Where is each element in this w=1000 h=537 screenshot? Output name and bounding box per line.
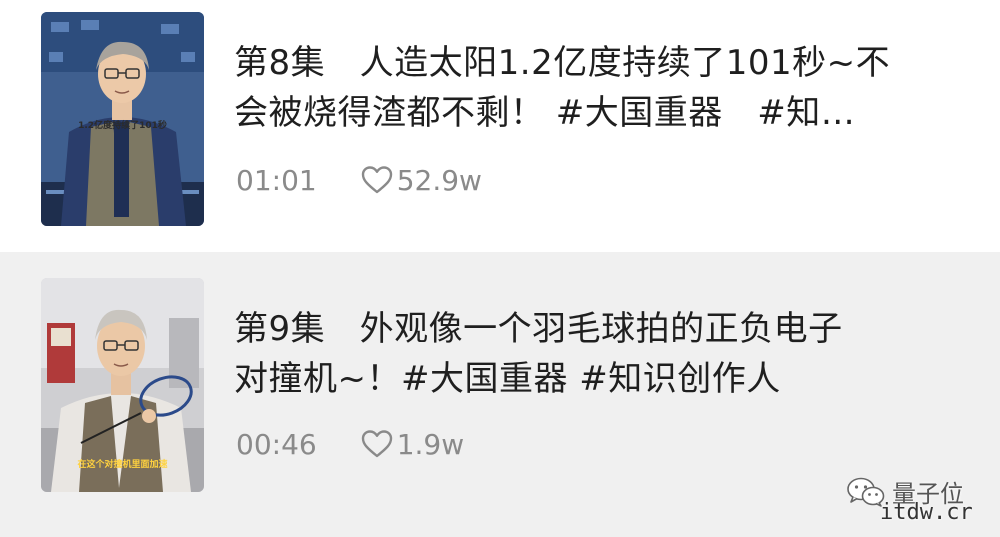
video-title-line-1: 第9集 外观像一个羽毛球拍的正负电子 (234, 309, 843, 349)
thumbnail-caption: 1.2亿度持续了101秒 (78, 121, 167, 131)
heart-icon[interactable] (361, 165, 393, 195)
site-watermark: itdw.cr (880, 500, 973, 525)
video-thumbnail[interactable]: 在这个对撞机里面加速 (41, 278, 204, 492)
video-meta: 00:46 1.9w (236, 424, 464, 464)
video-title-line-2: 对撞机~！#大国重器 #知识创作人 (234, 359, 781, 399)
like-count-group[interactable]: 1.9w (361, 428, 464, 461)
video-duration: 00:46 (236, 427, 317, 461)
heart-icon[interactable] (361, 429, 393, 459)
video-title-line-2: 会被烧得渣都不剩！ #大国重器 #知… (234, 93, 856, 133)
video-title[interactable]: 第9集 外观像一个羽毛球拍的正负电子 对撞机~！#大国重器 #知识创作人 (234, 304, 934, 404)
like-count: 1.9w (396, 427, 465, 461)
thumbnail-caption: 在这个对撞机里面加速 (77, 460, 168, 470)
like-count: 52.9w (396, 163, 482, 197)
video-duration: 01:01 (236, 163, 317, 197)
like-count-group[interactable]: 52.9w (361, 164, 482, 197)
video-title-line-1: 第8集 人造太阳1.2亿度持续了101秒~不 (234, 43, 891, 83)
video-thumbnail[interactable]: 1.2亿度持续了101秒 (41, 12, 204, 226)
video-meta: 01:01 52.9w (236, 160, 482, 200)
presenter-thumbnail-image (41, 12, 204, 226)
video-list-item[interactable]: 1.2亿度持续了101秒 第8集 人造太阳1.2亿度持续了101秒~不 会被烧得… (0, 0, 1000, 252)
video-title[interactable]: 第8集 人造太阳1.2亿度持续了101秒~不 会被烧得渣都不剩！ #大国重器 #… (234, 38, 934, 138)
